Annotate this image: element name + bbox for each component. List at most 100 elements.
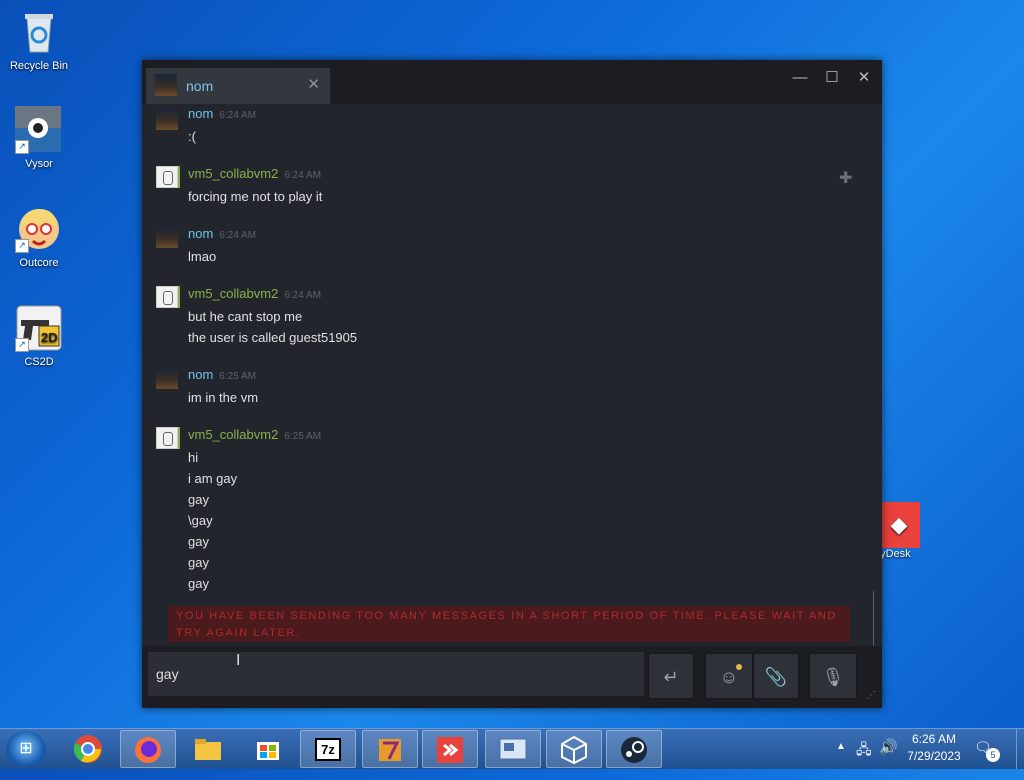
7zip-icon: 7z <box>315 738 341 761</box>
desktop-icon-anydesk[interactable]: ◆ nyDesk <box>874 502 938 560</box>
vm-icon <box>499 738 527 760</box>
minimize-icon[interactable]: — <box>788 68 812 88</box>
taskbar-app[interactable] <box>240 730 296 768</box>
windows-logo-icon: ⊞ <box>19 740 33 757</box>
store-icon <box>257 742 279 760</box>
cs2d-icon: 2D ↗ <box>15 304 63 352</box>
message-line: \gay <box>188 513 213 528</box>
online-status-bar <box>178 427 180 449</box>
desktop-icon-label: CS2D <box>24 356 54 368</box>
enter-arrow-icon: ↵ <box>663 667 679 687</box>
add-friend-icon[interactable]: ✚ <box>839 168 852 188</box>
message-line: hi <box>188 450 199 465</box>
chat-titlebar: nom ✕ — ☐ ✕ <box>142 60 882 104</box>
message-author[interactable]: vm5_collabvm2 <box>188 286 278 301</box>
anydesk-icon: ◆ <box>878 502 920 548</box>
close-tab-icon[interactable]: ✕ <box>307 75 320 93</box>
message-line: forcing me not to play it <box>188 189 323 204</box>
message-author[interactable]: nom <box>188 367 213 382</box>
send-button[interactable]: ↵ <box>648 653 694 699</box>
taskbar-clock[interactable]: 6:26 AM 7/29/2023 <box>906 731 962 765</box>
message-line: gay <box>188 492 209 507</box>
message-line: lmao <box>188 249 217 264</box>
taskbar-app[interactable] <box>546 730 602 768</box>
shortcut-arrow-icon: ↗ <box>15 140 29 154</box>
message-line: but he cant stop me <box>188 309 303 324</box>
message-author[interactable]: nom <box>188 226 213 241</box>
svg-text:2D: 2D <box>41 330 58 345</box>
chrome-icon <box>73 735 102 763</box>
taskbar-app[interactable]: 7z <box>300 730 356 768</box>
volume-icon[interactable]: 🔊 <box>879 738 898 756</box>
emoji-icon: ☺ <box>719 667 739 687</box>
steam-icon <box>621 737 647 763</box>
message-line: gay <box>188 555 209 570</box>
rate-limit-warning: YOU HAVE BEEN SENDING TOO MANY MESSAGES … <box>168 606 850 642</box>
shortcut-arrow-icon: ↗ <box>15 239 29 253</box>
start-button[interactable]: ⊞ <box>6 731 46 767</box>
unity-icon <box>561 735 587 765</box>
message-author[interactable]: vm5_collabvm2 <box>188 427 278 442</box>
avatar <box>156 166 178 188</box>
desktop-icon-outcore[interactable]: ↗ Outcore <box>1 205 77 269</box>
avatar <box>156 108 178 130</box>
desktop-icon-recycle-bin[interactable]: Recycle Bin <box>1 8 77 72</box>
clock-time: 6:26 AM <box>911 732 957 746</box>
text-cursor-icon: I <box>236 652 241 669</box>
taskbar-app[interactable] <box>606 730 662 768</box>
taskbar-app[interactable] <box>362 730 418 768</box>
desktop-icon-cs2d[interactable]: 2D ↗ CS2D <box>1 304 77 368</box>
chat-input-bar: I ↵ ☺ 📎 🎙 ⋰ <box>142 646 882 708</box>
network-icon[interactable]: 🖧 <box>856 739 872 763</box>
emoji-button[interactable]: ☺ <box>705 653 753 699</box>
vysor-icon: ↗ <box>15 106 63 154</box>
scrollbar[interactable] <box>873 590 874 646</box>
resize-grip-icon[interactable]: ⋰ <box>866 690 876 701</box>
desktop-icon-vysor[interactable]: ↗ Vysor <box>1 106 77 170</box>
voice-button[interactable]: 🎙 <box>809 653 857 699</box>
close-window-icon[interactable]: ✕ <box>852 68 876 88</box>
avatar <box>156 427 178 449</box>
chat-window: nom ✕ — ☐ ✕ ✚ nom 6:24 AM :( vm5_collabvm… <box>142 60 882 708</box>
message-line: gay <box>188 534 209 549</box>
message-input[interactable] <box>148 652 644 696</box>
online-status-bar <box>178 166 180 188</box>
taskbar-app[interactable] <box>60 730 116 768</box>
taskbar-app[interactable] <box>180 730 236 768</box>
message-author[interactable]: vm5_collabvm2 <box>188 166 278 181</box>
outcore-icon: ↗ <box>15 205 63 253</box>
message-line: im in the vm <box>188 390 259 405</box>
message-list[interactable]: ✚ nom 6:24 AM :( vm5_collabvm2 6:24 AM for… <box>142 106 874 646</box>
attach-button[interactable]: 📎 <box>753 653 799 699</box>
message-line: :( <box>188 129 196 144</box>
shortcut-arrow-icon: ↗ <box>15 338 29 352</box>
tab-title: nom <box>186 78 214 94</box>
message-line: i am gay <box>188 471 238 486</box>
show-hidden-icons-icon[interactable]: ▲ <box>836 741 846 752</box>
file-explorer-icon <box>195 739 221 760</box>
microphone-icon: 🎙 <box>821 667 845 687</box>
message-time: 6:24 AM <box>284 290 322 301</box>
message-author[interactable]: nom <box>188 106 213 121</box>
avatar <box>156 226 178 248</box>
notification-badge: 5 <box>986 748 1000 762</box>
show-desktop-button[interactable] <box>1016 729 1024 769</box>
desktop-icon-label: nyDesk <box>874 548 911 560</box>
taskbar-app[interactable] <box>422 730 478 768</box>
desktop-icon-label: Vysor <box>25 158 53 170</box>
clock-date: 7/29/2023 <box>907 749 961 763</box>
taskbar-app[interactable] <box>120 730 176 768</box>
message-time: 6:24 AM <box>284 170 322 181</box>
message-line: gay <box>188 576 209 591</box>
chat-tab[interactable]: nom ✕ <box>146 68 330 104</box>
desktop-icon-label: Recycle Bin <box>9 60 69 72</box>
maximize-icon[interactable]: ☐ <box>820 68 844 88</box>
winrar-icon <box>379 739 401 761</box>
message-time: 6:24 AM <box>219 110 256 121</box>
firefox-icon <box>135 737 161 763</box>
taskbar-app[interactable] <box>485 730 541 768</box>
notification-dot <box>736 664 742 670</box>
avatar <box>156 286 178 308</box>
message-time: 6:25 AM <box>284 431 322 442</box>
recycle-bin-icon <box>15 8 63 56</box>
